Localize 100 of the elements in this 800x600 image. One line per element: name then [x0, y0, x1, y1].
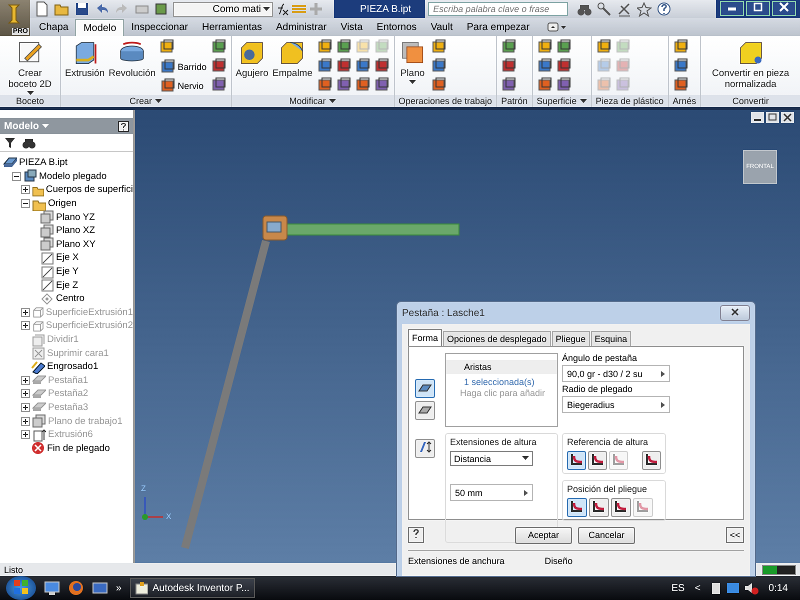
- filter-icon[interactable]: [4, 136, 16, 148]
- bend-icon: [636, 499, 650, 513]
- tree-item[interactable]: Fin de plegado: [47, 442, 110, 454]
- tree-item[interactable]: Eje Y: [56, 266, 79, 278]
- ribbon-tab[interactable]: Vault: [424, 19, 460, 36]
- function-icon[interactable]: [275, 2, 289, 16]
- tray-toggle[interactable]: <: [694, 582, 701, 594]
- expand-icon[interactable]: [21, 308, 30, 317]
- ribbon-tool-button[interactable]: Convertir en pieza normalizada: [706, 38, 795, 91]
- tree-item[interactable]: Plano YZ: [56, 212, 95, 223]
- ribbon-tab[interactable]: Inspeccionar: [124, 19, 195, 36]
- ribbon-tab[interactable]: Vista: [334, 19, 370, 36]
- distance-field[interactable]: 50 mm: [450, 484, 533, 501]
- computer-icon[interactable]: [44, 580, 60, 596]
- style-dropdown[interactable]: Como matі: [173, 2, 273, 16]
- flange-icon: [32, 386, 46, 401]
- ribbon-tab[interactable]: Entornos: [370, 19, 424, 36]
- tree-item[interactable]: Engrosado1: [47, 361, 98, 372]
- close-button[interactable]: [720, 305, 750, 321]
- tree-item[interactable]: Plano XY: [56, 238, 96, 250]
- edge-selection-list[interactable]: Aristas 1 seleccionada(s) Haga clic para añadir: [445, 353, 558, 427]
- tray-icons-drawing[interactable]: [710, 581, 759, 595]
- ribbon-toggle-icon[interactable]: [546, 22, 567, 32]
- expand-icon[interactable]: [21, 430, 30, 440]
- bend-icon: [612, 452, 626, 466]
- panel-title[interactable]: Modificar: [289, 96, 326, 106]
- cancel-button[interactable]: Cancelar: [578, 526, 635, 544]
- search-field[interactable]: Escriba palabra clave o frase: [428, 2, 568, 16]
- expand-icon[interactable]: [21, 389, 30, 398]
- taskbar-button[interactable]: Autodesk Inventor P...: [130, 578, 255, 598]
- tree-item[interactable]: Modelo plegado: [39, 170, 107, 182]
- close-icon[interactable]: [781, 112, 794, 123]
- mode-button[interactable]: [415, 401, 435, 420]
- ribbon-tool-button[interactable]: Barrido: [158, 58, 208, 76]
- dialog-tab[interactable]: Forma: [408, 329, 442, 346]
- tree-item[interactable]: Origen: [48, 198, 77, 210]
- expand-icon[interactable]: [21, 402, 30, 412]
- ribbon-tool-button[interactable]: Nervio: [158, 77, 208, 95]
- flange-preview-drawing[interactable]: [262, 216, 460, 240]
- caret-icon[interactable]: [580, 98, 587, 104]
- option-button[interactable]: [567, 498, 587, 517]
- collapse-icon[interactable]: [21, 199, 30, 208]
- minimize-button[interactable]: [720, 1, 744, 16]
- selection-item[interactable]: 1 seleccionada(s): [446, 376, 541, 388]
- option-button[interactable]: [642, 451, 661, 470]
- language-indicator[interactable]: ES: [671, 582, 685, 594]
- collapse-button[interactable]: <<: [726, 527, 744, 543]
- tree-item[interactable]: Cuerpos de superfici: [46, 184, 133, 196]
- option-button[interactable]: [589, 498, 609, 517]
- option-button[interactable]: [588, 451, 607, 470]
- minimize-icon[interactable]: [751, 112, 764, 123]
- star-icon[interactable]: [637, 2, 652, 16]
- restore-button[interactable]: [746, 1, 770, 16]
- app-icon: [134, 581, 148, 595]
- caret-icon[interactable]: [155, 98, 162, 104]
- expand-icon[interactable]: [21, 185, 30, 194]
- help-icon[interactable]: [118, 120, 129, 132]
- option-button[interactable]: [611, 498, 631, 517]
- ribbon-tab[interactable]: Para empezar: [460, 19, 537, 36]
- ribbon-tool-button[interactable]: Revolución: [108, 38, 157, 80]
- ribbon-tab[interactable]: Modelo: [75, 19, 124, 36]
- help-button[interactable]: [408, 527, 424, 543]
- dialog-tab[interactable]: Esquina: [590, 331, 632, 346]
- ok-button[interactable]: Aceptar: [515, 526, 572, 544]
- start-button[interactable]: [6, 576, 36, 600]
- tree-item[interactable]: Plano XZ: [56, 225, 96, 236]
- tree-item[interactable]: Eje Z: [56, 280, 78, 291]
- ribbon-tab[interactable]: Administrar: [269, 19, 334, 36]
- extents-dropdown[interactable]: Distancia: [450, 451, 533, 466]
- radius-field[interactable]: Biegeradius: [562, 396, 670, 413]
- overflow-chevron[interactable]: »: [116, 582, 122, 594]
- tree-item[interactable]: Eje X: [56, 252, 79, 264]
- angle-field[interactable]: 90,0 gr - d30 / 2 su: [562, 365, 670, 382]
- caret-icon[interactable]: [328, 98, 336, 104]
- restore-icon[interactable]: [766, 112, 779, 123]
- ribbon-tool-button[interactable]: Plano: [398, 38, 428, 86]
- tool-icon: [374, 39, 390, 55]
- desktop-icon[interactable]: [92, 580, 108, 596]
- panel-title[interactable]: Crear: [130, 96, 152, 106]
- tool-icon: [354, 77, 370, 93]
- help-icon[interactable]: [657, 2, 672, 16]
- dialog-tab[interactable]: Pliegue: [552, 331, 590, 346]
- expand-icon[interactable]: [21, 376, 30, 385]
- mode-button[interactable]: [415, 379, 435, 398]
- expand-icon[interactable]: [21, 416, 30, 426]
- dialog-tab[interactable]: Opciones de desplegado: [443, 331, 551, 346]
- ribbon-tool-button[interactable]: Agujero: [234, 38, 270, 80]
- ribbon-tab[interactable]: Herramientas: [194, 19, 270, 36]
- option-button[interactable]: [567, 451, 586, 470]
- ribbon-tool-button[interactable]: Extrusión: [64, 38, 106, 80]
- ribbon-tab[interactable]: Chapa: [32, 19, 76, 36]
- expand-icon[interactable]: [21, 321, 30, 330]
- ribbon-tool-button[interactable]: Empalme: [271, 38, 314, 80]
- clock[interactable]: 0:14: [768, 582, 788, 594]
- browser-icon[interactable]: [68, 580, 84, 596]
- close-button[interactable]: [772, 1, 796, 16]
- collapse-icon[interactable]: [12, 172, 21, 181]
- flip-button[interactable]: [415, 439, 435, 458]
- tree-item[interactable]: Centro: [56, 293, 85, 304]
- tree-item[interactable]: PIEZA B.ipt: [19, 157, 68, 168]
